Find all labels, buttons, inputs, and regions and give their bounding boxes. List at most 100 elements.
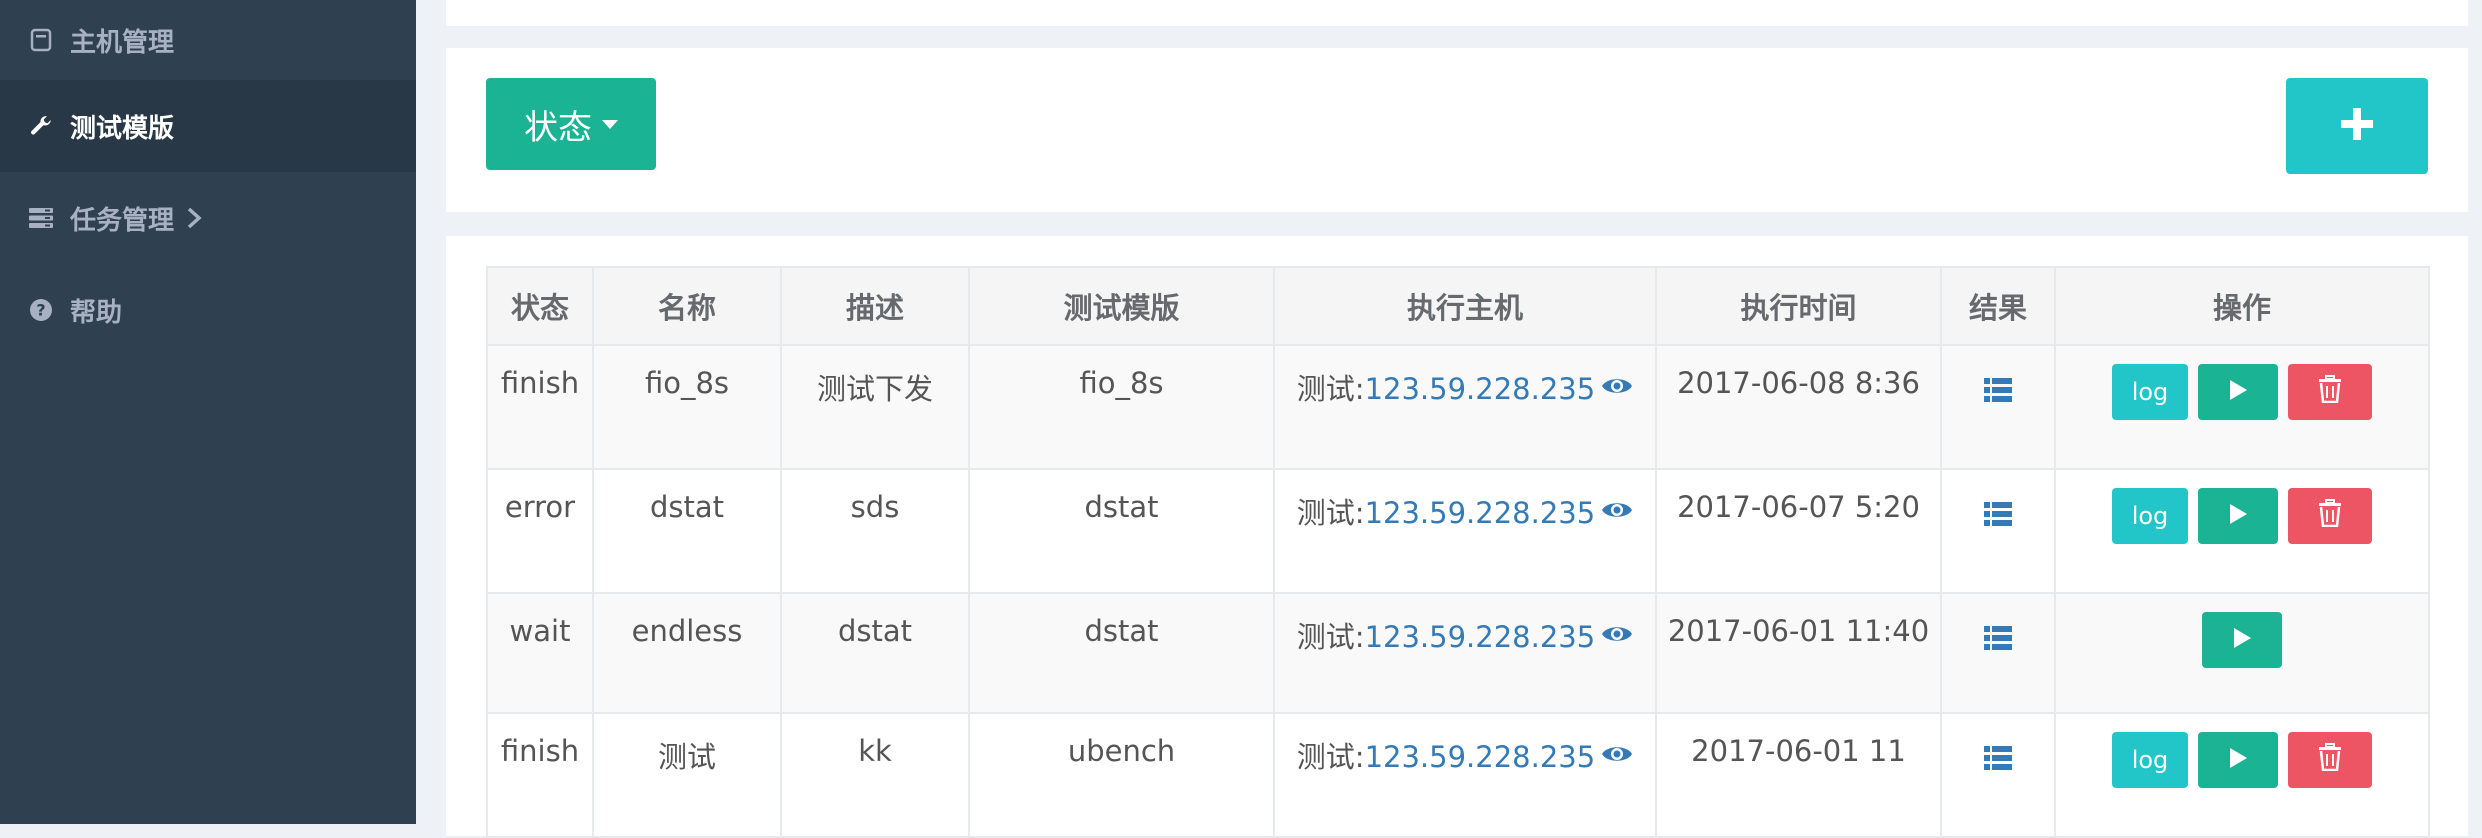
log-button-label: log <box>2131 746 2169 774</box>
log-button-label: log <box>2131 502 2169 530</box>
eye-icon[interactable] <box>1601 494 1633 528</box>
table-row: error dstat sds dstat 测试:123.59.228.235 … <box>486 468 2430 594</box>
desc-cell: 测试下发 <box>780 344 970 470</box>
host-cell: 测试:123.59.228.235 <box>1273 468 1657 594</box>
sidebar-item-label: 任务管理 <box>70 205 175 236</box>
eye-icon[interactable] <box>1601 370 1633 404</box>
ops-cell: log <box>2054 712 2430 838</box>
column-header: 测试模版 <box>968 266 1275 346</box>
status-cell: finish <box>486 344 594 470</box>
server-box-icon <box>26 25 56 55</box>
desc-cell: dstat <box>780 592 970 714</box>
sidebar-item-label: 主机管理 <box>70 27 175 58</box>
sidebar-item-host-management[interactable]: 主机管理 <box>0 0 416 80</box>
name-cell: fio_8s <box>592 344 782 470</box>
sidebar-item-help[interactable]: ? 帮助 <box>0 264 416 356</box>
host-cell: 测试:123.59.228.235 <box>1273 712 1657 838</box>
play-icon <box>2227 743 2249 777</box>
sidebar: 主机管理 测试模版 任务管理 ? 帮助 <box>0 0 416 824</box>
trash-icon <box>2318 498 2342 534</box>
template-cell: dstat <box>968 592 1275 714</box>
list-icon[interactable] <box>1984 744 2012 778</box>
column-header: 执行时间 <box>1655 266 1942 346</box>
host-ip-link[interactable]: 123.59.228.235 <box>1365 740 1596 774</box>
sidebar-item-task-management[interactable]: 任务管理 <box>0 172 416 264</box>
play-icon <box>2227 375 2249 409</box>
list-icon[interactable] <box>1984 376 2012 410</box>
table-header-row: 状态 名称 描述 测试模版 执行主机 执行时间 结果 操作 <box>486 266 2430 346</box>
status-cell: wait <box>486 592 594 714</box>
column-header: 结果 <box>1940 266 2056 346</box>
desc-cell: sds <box>780 468 970 594</box>
question-circle-icon: ? <box>26 295 56 325</box>
chevron-right-icon <box>186 206 202 230</box>
column-header: 执行主机 <box>1273 266 1657 346</box>
column-header: 描述 <box>780 266 970 346</box>
task-table: 状态 名称 描述 测试模版 执行主机 执行时间 结果 操作 finish fio… <box>486 266 2430 838</box>
play-icon <box>2231 623 2253 657</box>
host-prefix: 测试: <box>1296 372 1365 406</box>
status-cell: error <box>486 468 594 594</box>
host-ip-link[interactable]: 123.59.228.235 <box>1365 372 1596 406</box>
time-cell: 2017-06-07 5:20 <box>1655 468 1942 594</box>
log-button[interactable]: log <box>2112 364 2188 420</box>
host-cell: 测试:123.59.228.235 <box>1273 592 1657 714</box>
host-ip-link[interactable]: 123.59.228.235 <box>1365 496 1596 530</box>
status-filter-button[interactable]: 状态 <box>486 78 656 170</box>
sidebar-item-test-templates[interactable]: 测试模版 <box>0 80 416 172</box>
result-cell <box>1940 344 2056 470</box>
host-prefix: 测试: <box>1296 496 1365 530</box>
column-header: 名称 <box>592 266 782 346</box>
run-button[interactable] <box>2198 732 2278 788</box>
template-cell: dstat <box>968 468 1275 594</box>
host-ip-link[interactable]: 123.59.228.235 <box>1365 620 1596 654</box>
ops-cell <box>2054 592 2430 714</box>
host-cell: 测试:123.59.228.235 <box>1273 344 1657 470</box>
result-cell <box>1940 712 2056 838</box>
time-cell: 2017-06-01 11:40 <box>1655 592 1942 714</box>
template-cell: ubench <box>968 712 1275 838</box>
column-header: 操作 <box>2054 266 2430 346</box>
trash-icon <box>2318 742 2342 778</box>
play-icon <box>2227 499 2249 533</box>
wrench-icon <box>26 111 56 141</box>
desc-cell: kk <box>780 712 970 838</box>
plus-icon <box>2339 106 2375 146</box>
svg-text:?: ? <box>36 301 45 320</box>
task-table-panel: 状态 名称 描述 测试模版 执行主机 执行时间 结果 操作 finish fio… <box>446 236 2468 838</box>
table-row: finish 测试 kk ubench 测试:123.59.228.235 20… <box>486 712 2430 838</box>
table-row: wait endless dstat dstat 测试:123.59.228.2… <box>486 592 2430 714</box>
eye-icon[interactable] <box>1601 618 1633 652</box>
run-button[interactable] <box>2198 364 2278 420</box>
run-button[interactable] <box>2198 488 2278 544</box>
add-task-button[interactable] <box>2286 78 2428 174</box>
list-icon[interactable] <box>1984 500 2012 534</box>
name-cell: 测试 <box>592 712 782 838</box>
log-button[interactable]: log <box>2112 488 2188 544</box>
column-header: 状态 <box>486 266 594 346</box>
template-cell: fio_8s <box>968 344 1275 470</box>
caret-down-icon <box>602 119 618 129</box>
trash-icon <box>2318 374 2342 410</box>
result-cell <box>1940 468 2056 594</box>
log-button[interactable]: log <box>2112 732 2188 788</box>
ops-cell: log <box>2054 344 2430 470</box>
run-button[interactable] <box>2202 612 2282 668</box>
log-button-label: log <box>2131 378 2169 406</box>
name-cell: endless <box>592 592 782 714</box>
host-prefix: 测试: <box>1296 740 1365 774</box>
table-row: finish fio_8s 测试下发 fio_8s 测试:123.59.228.… <box>486 344 2430 470</box>
time-cell: 2017-06-01 11 <box>1655 712 1942 838</box>
time-cell: 2017-06-08 8:36 <box>1655 344 1942 470</box>
sidebar-item-label: 帮助 <box>70 297 123 328</box>
delete-button[interactable] <box>2288 488 2372 544</box>
status-cell: finish <box>486 712 594 838</box>
toolbar-panel: 状态 <box>446 48 2468 212</box>
result-cell <box>1940 592 2056 714</box>
delete-button[interactable] <box>2288 732 2372 788</box>
list-icon[interactable] <box>1984 624 2012 658</box>
status-filter-label: 状态 <box>524 107 592 148</box>
eye-icon[interactable] <box>1601 738 1633 772</box>
tasks-icon <box>26 203 56 233</box>
delete-button[interactable] <box>2288 364 2372 420</box>
